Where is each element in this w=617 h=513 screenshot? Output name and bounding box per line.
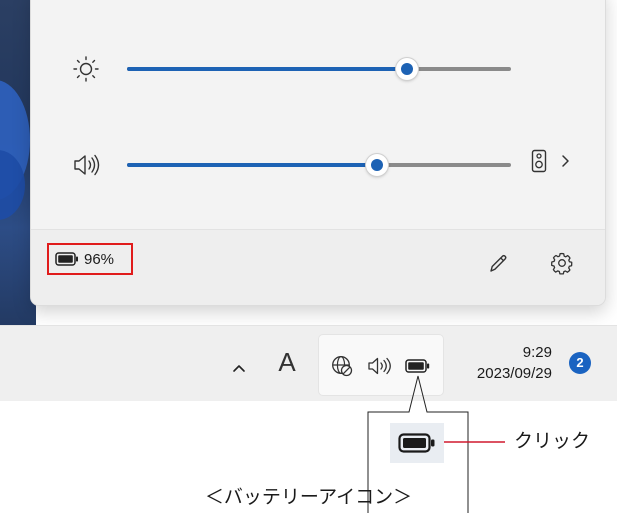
pencil-icon[interactable]: [487, 253, 509, 275]
taskbar-clock[interactable]: 9:29 2023/09/29: [452, 342, 552, 384]
clock-date: 2023/09/29: [476, 365, 552, 382]
volume-slider-thumb[interactable]: [365, 154, 388, 176]
volume-row: [31, 145, 605, 185]
battery-percent: 96%: [84, 250, 115, 268]
quick-settings-body: [31, 0, 605, 229]
speaker-volume-icon[interactable]: [71, 151, 101, 179]
battery-icon: [55, 252, 78, 266]
brightness-sun-icon: [73, 56, 99, 82]
clock-time: 9:29: [522, 344, 552, 361]
figure-caption: ＜バッテリーアイコン＞: [204, 486, 413, 508]
chevron-up-icon[interactable]: [231, 362, 247, 374]
volume-slider[interactable]: [127, 154, 511, 176]
brightness-slider-fill: [127, 67, 408, 71]
speaker-device-icon[interactable]: [531, 149, 547, 173]
notification-count-badge[interactable]: 2: [569, 352, 591, 374]
brightness-slider-thumb[interactable]: [396, 58, 419, 80]
chevron-right-icon[interactable]: [561, 153, 571, 169]
battery-status[interactable]: 96%: [47, 243, 133, 275]
taskbar: A 9:29 2023/09/29 2: [0, 325, 617, 401]
ime-indicator[interactable]: A: [275, 346, 299, 378]
globe-no-internet-icon: [332, 356, 353, 377]
zoomed-battery-box: [390, 423, 444, 463]
click-instruction-label: クリック: [514, 430, 591, 452]
brightness-slider[interactable]: [127, 58, 511, 80]
brightness-row: [31, 49, 605, 89]
quick-settings-tray-button[interactable]: [318, 334, 444, 396]
gear-icon[interactable]: [550, 251, 574, 275]
volume-slider-fill: [127, 163, 377, 167]
quick-settings-flyout: 96%: [30, 0, 606, 306]
battery-icon: [405, 359, 430, 373]
battery-icon: [398, 433, 435, 453]
speaker-volume-icon: [368, 357, 391, 375]
